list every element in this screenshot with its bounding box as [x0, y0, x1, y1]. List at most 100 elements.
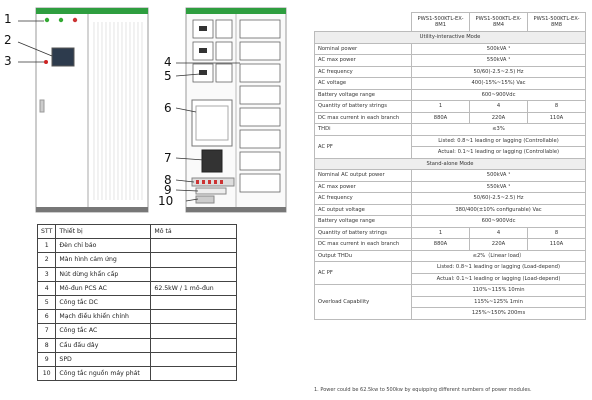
spec-label: AC PF [314, 261, 412, 285]
spec-value: ≤3% [411, 123, 586, 136]
spec-value: Actual: 0.1~1 leading or lagging (Load-d… [411, 272, 586, 285]
spec-value: 550kVA ¹ [411, 54, 586, 67]
spec-label: Output THDu [314, 249, 412, 262]
spec-label: AC frequency [314, 65, 412, 78]
spec-value: 600~900Vdc [411, 88, 586, 101]
table-row: Output THDu ≤2%（Linear load） [314, 249, 586, 262]
parts-table: STT Thiết bị Mô tả 1 Đèn chỉ báo 2 Màn hìn… [36, 223, 237, 382]
callout-1: 1 [4, 12, 12, 26]
spec-label: AC PF [314, 134, 412, 159]
section-utility-interactive: Utility-interactive Mode [314, 31, 586, 44]
header-stt: STT [36, 223, 57, 240]
table-row: 6 Mạch điều khiển chính [36, 309, 237, 325]
row-description [150, 351, 237, 367]
spec-value: Listed: 0.8~1 leading or lagging (Contro… [411, 134, 586, 147]
spec-label: AC output voltage [314, 203, 412, 216]
spec-value: 110A [526, 238, 587, 251]
row-number: 2 [36, 252, 57, 268]
generator-switch [195, 195, 215, 204]
indicator-light-icon [44, 17, 50, 23]
spec-label: Battery voltage range [314, 215, 412, 228]
table-row: 5 Công tắc DC [36, 294, 237, 311]
spec-label: Battery voltage range [314, 88, 412, 101]
spec-label: DC max current in each branch [314, 238, 412, 251]
table-row: 3 Nút dừng khẩn cấp [36, 266, 237, 282]
spec-value: 1 [411, 100, 470, 113]
spec-label: THDi [314, 123, 412, 136]
spec-value: 220A [468, 238, 528, 251]
spec-value: 125%~150% 200ms [411, 307, 586, 320]
callout-4: 4 [164, 55, 172, 69]
row-description: 62.5kW / 1 mô-đun [150, 280, 237, 296]
spec-label: Nominal power [314, 42, 412, 55]
spec-value: 500kVA ¹ [411, 169, 586, 182]
spec-value: 50/60(-2.5~2.5) Hz [411, 192, 586, 205]
spec-value: 115%~125% 1min [411, 295, 586, 308]
table-row: 10 Công tắc nguồn máy phát [36, 365, 237, 382]
table-row: 2 Màn hình cảm ứng [36, 252, 237, 268]
table-row: Battery voltage range 600~900Vdc [314, 215, 586, 228]
open-cabinet-top-strip [186, 8, 286, 14]
cabinet-drawing [17, 7, 287, 213]
row-device: Công tắc AC [55, 323, 152, 339]
spec-value: 1 [411, 226, 470, 239]
callout-2: 2 [4, 33, 12, 47]
row-device: SPD [55, 351, 152, 367]
spec-value: 220A [468, 111, 528, 124]
spec-label: Nominal AC output power [314, 169, 412, 182]
callout-6: 6 [164, 101, 172, 115]
model-8m8: PWS1-500KTL-EX-8M8 [526, 12, 587, 32]
spec-value: 380/400(±10% configurable) Vac [411, 203, 586, 216]
spec-value: Actual: 0.1~1 leading or lagging (Contro… [411, 146, 586, 159]
table-row: AC PF Listed: 0.8~1 leading or lagging (L… [314, 261, 586, 285]
table-row: Quantity of battery strings 1 4 8 [314, 226, 587, 239]
spec-value: 880A [411, 111, 470, 124]
table-row: AC output voltage 380/400(±10% configurab… [314, 203, 586, 216]
table-row: 1 Đèn chỉ báo [36, 238, 237, 254]
spec-label: AC max power [314, 54, 412, 67]
row-description [150, 294, 237, 311]
row-number: 9 [36, 351, 57, 367]
spec-label: AC max power [314, 180, 412, 193]
table-row: Nominal AC output power 500kVA ¹ [314, 169, 586, 182]
spec-value: 110%~115% 10min [411, 284, 586, 297]
model-8m4: PWS1-500KTL-EX-8M4 [468, 12, 528, 32]
spec-value: 4 [468, 100, 528, 113]
table-row: THDi ≤3% [314, 123, 586, 136]
spec-label: AC voltage [314, 77, 412, 90]
row-device: Cầu đấu dây [55, 337, 152, 353]
spec-value: 4 [468, 226, 528, 239]
section-stand-alone: Stand-alone Mode [314, 157, 586, 170]
table-row: AC frequency 50/60(-2.5~2.5) Hz [314, 65, 586, 78]
row-description [150, 365, 237, 382]
row-description [150, 337, 237, 353]
header-description: Mô tả [150, 223, 237, 240]
callout-7: 7 [164, 151, 172, 165]
table-row: 4 Mô-đun PCS AC 62.5kW / 1 mô-đun [36, 280, 237, 296]
touch-screen [51, 47, 75, 67]
spec-value: 110A [526, 111, 587, 124]
table-row: AC PF Listed: 0.8~1 leading or lagging (C… [314, 134, 586, 159]
row-device: Mô-đun PCS AC [55, 280, 152, 296]
left-panel: 1 2 3 4 5 6 7 8 9 10 STT Thiết bị Mô tả … [0, 0, 300, 400]
emergency-stop-icon [44, 60, 48, 64]
spec-label: Quantity of battery strings [314, 226, 412, 239]
footnote: 1. Power could be 62.5kw to 500kw by equ… [314, 387, 532, 393]
spec-table: PWS1-500KTL-EX-8M1 PWS1-500KTL-EX-8M4 PW… [314, 12, 587, 320]
row-number: 7 [36, 323, 57, 339]
row-number: 3 [36, 266, 57, 282]
row-device: Màn hình cảm ứng [55, 252, 152, 268]
table-row: 9 SPD [36, 351, 237, 367]
row-number: 4 [36, 280, 57, 296]
spec-value: ≤2%（Linear load） [411, 249, 586, 262]
row-device: Công tắc nguồn máy phát [55, 365, 152, 382]
row-description [150, 323, 237, 339]
callout-3: 3 [4, 54, 12, 68]
front-cabinet-base [36, 207, 148, 212]
main-control-board [191, 99, 233, 147]
row-number: 6 [36, 309, 57, 325]
row-number: 1 [36, 238, 57, 254]
front-cabinet-top-strip [36, 8, 148, 14]
row-device: Nút dừng khẩn cấp [55, 266, 152, 282]
spec-value: 50/60(-2.5~2.5) Hz [411, 65, 586, 78]
